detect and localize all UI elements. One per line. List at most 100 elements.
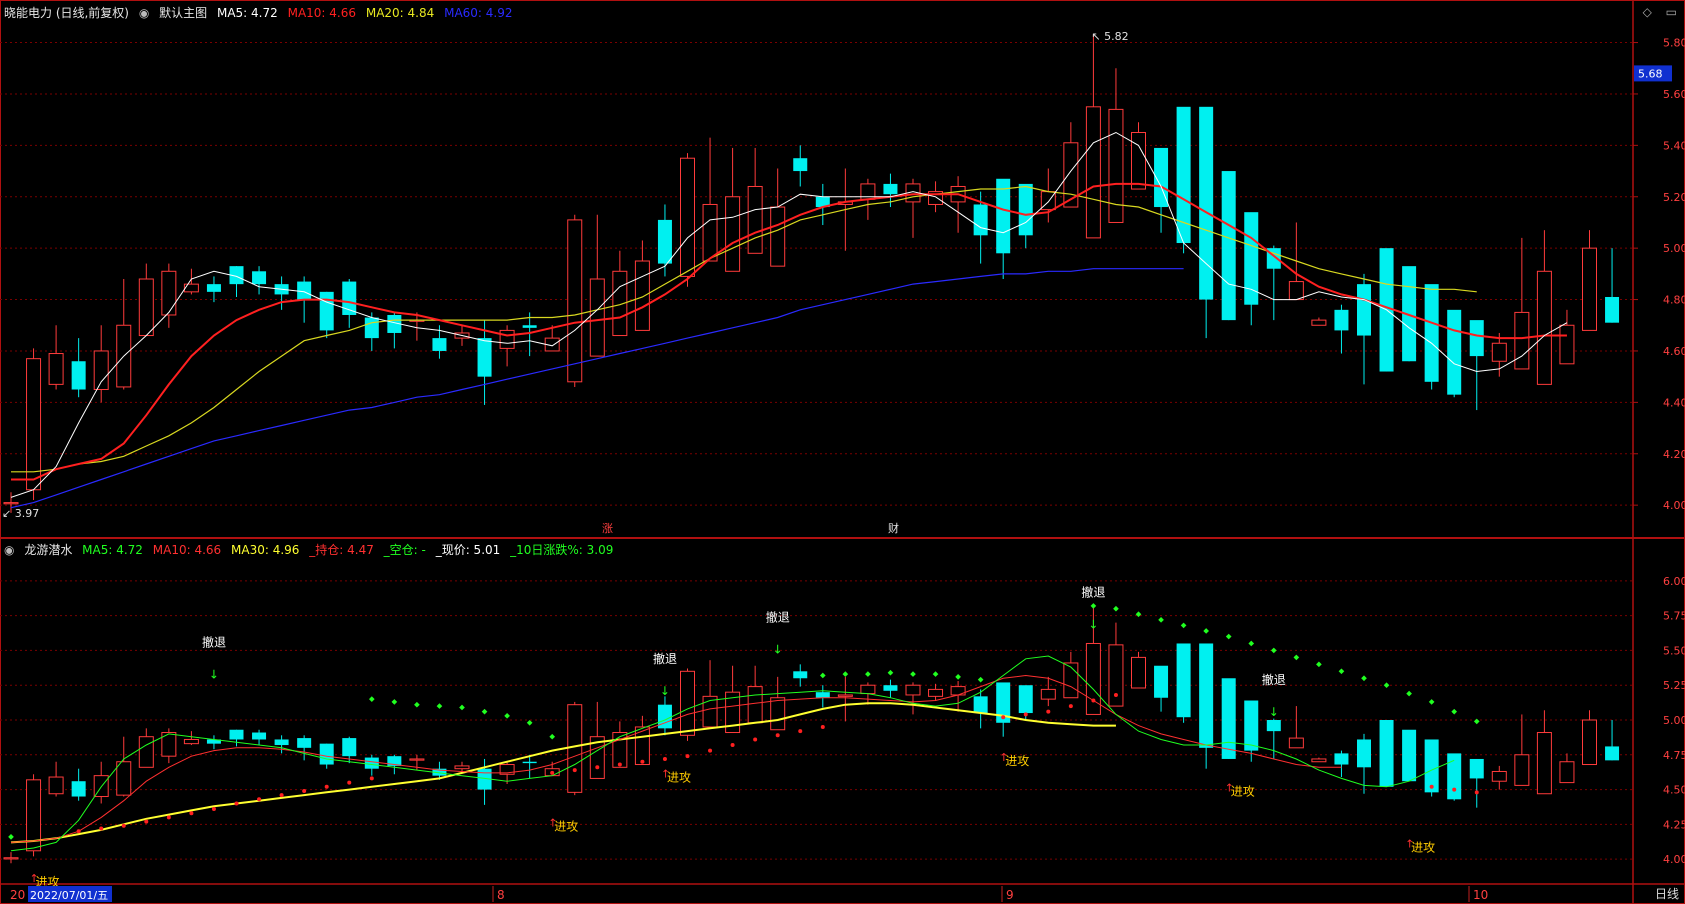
ind-candle — [905, 684, 921, 696]
settings-dot-icon[interactable]: ◉ — [139, 6, 149, 20]
hold-dot — [1068, 704, 1073, 709]
main-candle — [1559, 324, 1575, 365]
attack-label: 进攻 — [667, 771, 691, 785]
attack-label: 进攻 — [1005, 754, 1029, 768]
ind-candle — [1063, 662, 1079, 699]
main-candle — [1469, 320, 1484, 357]
ind-candle — [1040, 688, 1056, 700]
ind-candle — [274, 739, 289, 746]
ind-candle — [1288, 737, 1304, 749]
hold-dot — [730, 743, 735, 748]
diamond-icon[interactable]: ◇ — [1643, 5, 1652, 19]
hold-dot — [1113, 692, 1118, 697]
main-candle — [3, 502, 19, 505]
empty-dot — [481, 708, 488, 715]
main-candle — [634, 260, 650, 331]
main-candle — [1447, 309, 1462, 395]
hold-dot — [775, 733, 780, 738]
ind-y-tick-label: 6.00 — [1663, 575, 1685, 588]
empty-dot — [1473, 718, 1480, 725]
ind-candle — [71, 781, 86, 797]
hold-dot — [550, 770, 555, 775]
main-candle — [1424, 284, 1439, 382]
minimize-icon[interactable]: ▭ — [1666, 5, 1677, 19]
ind-candle — [747, 686, 763, 724]
retreat-arrow-icon: ↓ — [209, 667, 219, 681]
main-candle — [1311, 319, 1327, 326]
ind-ma10-line — [10, 674, 1342, 843]
main-candle — [567, 219, 583, 383]
main-y-tick-label: 5.60 — [1663, 88, 1685, 101]
attack-label: 进攻 — [1411, 840, 1435, 854]
indicator-title[interactable]: 龙游潜水 — [24, 543, 72, 557]
main-candle — [1536, 270, 1552, 385]
main-candle — [725, 196, 741, 272]
hold-dot — [662, 756, 667, 761]
ind-candle — [454, 765, 470, 770]
ind-price: _现价: 5.01 — [435, 543, 501, 557]
hold-dot — [166, 815, 171, 820]
ma20-label: MA20: 4.84 — [365, 6, 435, 20]
indicator-dot-icon[interactable]: ◉ — [4, 543, 14, 557]
event-zhang: 涨 — [602, 522, 613, 535]
ind-candle — [860, 684, 876, 695]
ind-candle — [793, 671, 808, 679]
main-candle — [183, 283, 199, 293]
chart-stage[interactable]: 4.00 4.20 4.40 4.60 4.80 5.00 5.20 5.40 5.60 5.80… — [0, 0, 1685, 904]
high-marker: ↖ 5.82 — [1091, 30, 1128, 43]
ind-ma5: MA5: 4.72 — [82, 543, 143, 557]
ind-hold: _持仓: 4.47 — [309, 543, 374, 557]
ind-candle — [1154, 665, 1169, 698]
ind-candle — [319, 743, 334, 765]
main-candle — [206, 284, 221, 292]
ind-candle — [138, 736, 154, 768]
main-candle — [996, 178, 1011, 254]
stock-title: 晓能电力 (日线,前复权) — [4, 6, 129, 20]
hold-dot — [1452, 787, 1457, 792]
date-stub: 20 — [10, 888, 25, 902]
hold-dot — [76, 829, 81, 834]
hold-dot — [685, 754, 690, 759]
retreat-arrow-icon: ↓ — [660, 684, 670, 698]
ind-candle — [342, 738, 357, 757]
main-candle — [793, 158, 808, 172]
empty-dot — [910, 671, 916, 677]
attack-label: 进攻 — [554, 819, 578, 833]
ind-candle — [1266, 720, 1281, 732]
empty-dot — [504, 712, 510, 719]
indicator-header: ◉ 龙游潜水 MA5: 4.72 MA10: 4.66 MA30: 4.96 _… — [4, 541, 619, 559]
main-candle — [432, 338, 447, 351]
main-chart-label[interactable]: 默认主图 — [159, 6, 207, 20]
ind-candle — [1447, 753, 1462, 800]
ma10-line — [11, 182, 1567, 481]
hold-dot — [324, 784, 329, 789]
ind-ma30: MA30: 4.96 — [231, 543, 300, 557]
main-candle — [499, 329, 515, 349]
hold-dot — [1091, 698, 1096, 703]
main-y-tick-label: 5.80 — [1663, 37, 1685, 50]
hold-dot — [640, 759, 645, 764]
ind-candle — [1559, 761, 1575, 784]
main-candle — [364, 317, 379, 339]
empty-dot — [1135, 611, 1142, 618]
main-candle — [1605, 296, 1620, 323]
ind-y-tick-label: 5.00 — [1663, 714, 1685, 727]
hold-dot — [753, 737, 758, 742]
empty-dot — [1361, 675, 1367, 682]
hold-dot — [617, 762, 622, 767]
main-candle — [93, 350, 109, 391]
ind-candle — [1131, 656, 1146, 689]
ind-candle — [1176, 643, 1191, 718]
hold-dot — [234, 801, 239, 806]
period-mode[interactable]: 日线 — [1655, 885, 1679, 902]
main-candle — [477, 338, 492, 377]
hold-dot — [144, 819, 149, 824]
empty-dot — [1293, 654, 1300, 661]
main-candle — [71, 361, 86, 390]
main-candle — [680, 157, 695, 277]
ind-candle — [1244, 700, 1259, 751]
empty-dot — [1225, 633, 1232, 640]
retreat-label: 撤退 — [766, 609, 790, 624]
main-y-tick-label: 4.00 — [1663, 499, 1685, 512]
empty-dot — [1180, 622, 1187, 629]
